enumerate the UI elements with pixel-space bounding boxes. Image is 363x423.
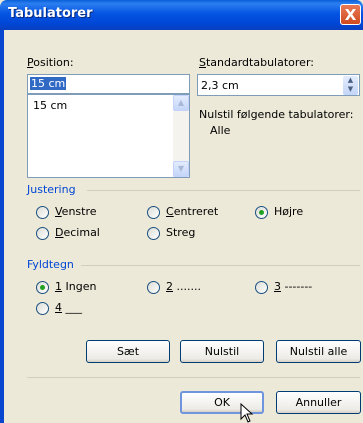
standard-tabs-input[interactable]: 2,3 cm ▲ ▼ (197, 74, 360, 96)
clear-tabs-label: Nulstil følgende tabulatorer: (199, 108, 354, 121)
alignment-center-label[interactable]: Centreret (166, 205, 218, 218)
leader-dots-radio[interactable] (147, 281, 160, 294)
position-input-value: 15 cm (30, 77, 67, 90)
leader-underline-label[interactable]: 4 ___ (55, 301, 82, 314)
position-input[interactable]: 15 cm (27, 74, 190, 94)
standard-tabs-value: 2,3 cm (201, 79, 239, 92)
alignment-divider (87, 190, 360, 191)
chevron-up-icon[interactable]: ▲ (173, 95, 189, 111)
alignment-group-title: Justering (27, 183, 76, 196)
alignment-left-label[interactable]: Venstre (55, 205, 97, 218)
alignment-decimal-radio[interactable] (36, 227, 49, 240)
list-scrollbar[interactable]: ▲ ▼ (173, 95, 189, 177)
close-button[interactable]: X (340, 4, 361, 25)
clear-all-button[interactable]: Nulstil alle (276, 340, 361, 363)
leader-divider (81, 265, 360, 266)
leader-dots-label[interactable]: 2 ....... (166, 280, 201, 293)
leader-none-label[interactable]: 1 Ingen (55, 280, 96, 293)
alignment-bar-radio[interactable] (147, 227, 160, 240)
close-icon: X (344, 6, 357, 24)
leader-underline-radio[interactable] (36, 302, 49, 315)
chevron-down-icon[interactable]: ▼ (173, 161, 189, 177)
alignment-bar-label[interactable]: Streg (166, 226, 195, 239)
leader-dashes-label[interactable]: 3 ------- (274, 280, 312, 293)
window-title: Tabulatorer (8, 6, 93, 21)
set-button[interactable]: Sæt (86, 340, 170, 363)
leader-none-radio[interactable] (36, 281, 49, 294)
leader-dashes-radio[interactable] (255, 281, 268, 294)
clear-button[interactable]: Nulstil (180, 340, 264, 363)
spin-up-down-icon[interactable]: ▲ ▼ (343, 76, 358, 95)
alignment-decimal-label[interactable]: Decimal (55, 226, 100, 239)
alignment-right-label[interactable]: Højre (274, 205, 303, 218)
position-label: Position: (27, 56, 74, 69)
mouse-pointer-icon (240, 403, 254, 423)
cancel-button[interactable]: Annuller (276, 391, 361, 414)
title-bar[interactable]: Tabulatorer X (0, 0, 363, 30)
position-list[interactable]: 15 cm ▲ ▼ (27, 94, 190, 178)
alignment-left-radio[interactable] (36, 206, 49, 219)
button-divider (27, 377, 360, 378)
alignment-right-radio[interactable] (255, 206, 268, 219)
standard-tabs-label: Standardtabulatorer: (199, 56, 314, 69)
window-frame (0, 30, 4, 423)
alignment-center-radio[interactable] (147, 206, 160, 219)
leader-group-title: Fyldtegn (27, 258, 74, 271)
clear-tabs-value: Alle (210, 124, 231, 137)
list-item[interactable]: 15 cm (33, 99, 67, 112)
